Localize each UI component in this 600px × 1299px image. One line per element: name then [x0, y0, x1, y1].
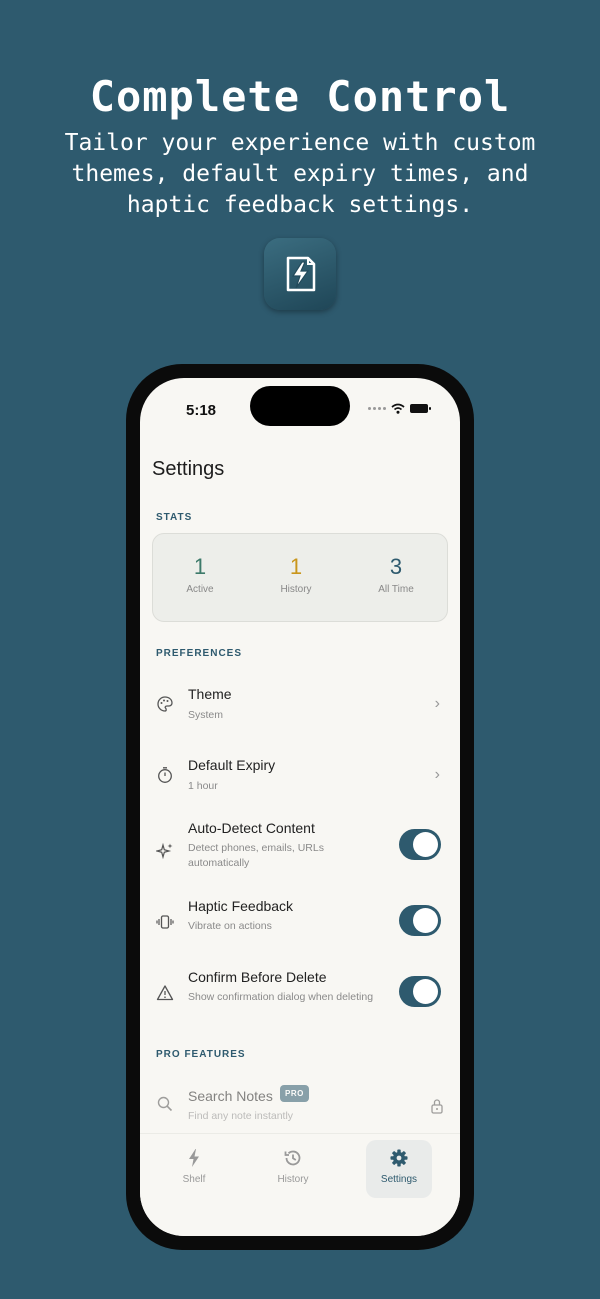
- warning-icon: [156, 985, 174, 1001]
- setting-row-confirm-delete: Confirm Before Delete Show confirmation …: [140, 965, 460, 1019]
- setting-title: Theme: [188, 686, 232, 702]
- stat-value: 3: [389, 554, 403, 579]
- chevron-right-icon: ›: [434, 766, 440, 783]
- page-title: Settings: [152, 458, 225, 480]
- pro-badge: PRO: [280, 1085, 309, 1102]
- setting-title: Search Notes: [188, 1088, 273, 1104]
- signal-icon: [368, 407, 386, 410]
- toggle-knob: [413, 979, 438, 1004]
- tab-label: History: [277, 1174, 309, 1185]
- stat-all-time: 3 All Time: [351, 554, 441, 595]
- stat-label: Active: [186, 584, 214, 595]
- setting-row-default-expiry[interactable]: Default Expiry 1 hour ›: [140, 749, 460, 803]
- stats-card: 1 Active 1 History 3 All Time: [152, 533, 448, 622]
- setting-subtitle: Detect phones, emails, URLs automaticall…: [188, 842, 324, 869]
- auto-detect-toggle[interactable]: [399, 829, 441, 860]
- gear-icon: [390, 1149, 408, 1167]
- haptic-toggle[interactable]: [399, 905, 441, 936]
- phone-frame: 5:18 Settings STATS 1 Active 1 History 3: [126, 364, 474, 1250]
- wifi-icon: [391, 403, 405, 414]
- palette-icon: [157, 696, 173, 712]
- setting-title: Auto-Detect Content: [188, 820, 315, 836]
- setting-title: Default Expiry: [188, 757, 276, 773]
- setting-subtitle: Vibrate on actions: [188, 920, 272, 932]
- section-label-pro-features: PRO FEATURES: [156, 1049, 246, 1060]
- tab-history[interactable]: History: [260, 1140, 326, 1198]
- tab-label: Shelf: [182, 1174, 206, 1185]
- setting-row-auto-detect: Auto-Detect Content Detect phones, email…: [140, 818, 460, 882]
- setting-row-theme[interactable]: Theme System ›: [140, 678, 460, 732]
- setting-title: Haptic Feedback: [188, 898, 294, 914]
- setting-subtitle: System: [188, 709, 224, 721]
- dynamic-island: [250, 386, 350, 426]
- phone-screen: 5:18 Settings STATS 1 Active 1 History 3: [140, 378, 460, 1236]
- toggle-knob: [413, 908, 438, 933]
- tab-settings[interactable]: Settings: [366, 1140, 432, 1198]
- battery-icon: [410, 404, 431, 413]
- promo-subhead: Tailor your experience with custom theme…: [64, 130, 536, 218]
- setting-subtitle: Find any note instantly: [188, 1110, 294, 1122]
- setting-row-haptic: Haptic Feedback Vibrate on actions: [140, 894, 460, 948]
- section-label-stats: STATS: [156, 512, 193, 523]
- tab-label: Settings: [380, 1174, 418, 1185]
- pro-row-search-notes[interactable]: Search Notes PRO Find any note instantly: [140, 1084, 460, 1128]
- section-label-preferences: PREFERENCES: [156, 648, 243, 659]
- chevron-right-icon: ›: [434, 695, 440, 712]
- promo-headline: Complete Control: [89, 72, 511, 121]
- stat-label: All Time: [378, 584, 414, 595]
- vibrate-icon: [156, 915, 174, 929]
- stat-value: 1: [193, 554, 207, 579]
- setting-subtitle: 1 hour: [188, 780, 218, 792]
- app-logo-icon: [264, 238, 336, 310]
- stat-active: 1 Active: [155, 554, 245, 595]
- stat-history: 1 History: [251, 554, 341, 595]
- tab-bar: Shelf History Settings: [140, 1133, 460, 1236]
- toggle-knob: [413, 832, 438, 857]
- stat-value: 1: [289, 554, 303, 579]
- stat-label: History: [280, 584, 312, 595]
- history-icon: [284, 1150, 301, 1166]
- bolt-icon: [189, 1149, 199, 1167]
- status-time: 5:18: [186, 402, 217, 419]
- lock-icon: [431, 1099, 443, 1114]
- tab-shelf[interactable]: Shelf: [161, 1140, 227, 1198]
- setting-subtitle: Show confirmation dialog when deleting: [188, 991, 374, 1003]
- status-icons: [368, 403, 431, 414]
- timer-icon: [158, 767, 172, 783]
- sparkles-icon: [156, 842, 173, 860]
- confirm-delete-toggle[interactable]: [399, 976, 441, 1007]
- search-icon: [157, 1096, 173, 1112]
- setting-title: Confirm Before Delete: [188, 969, 327, 985]
